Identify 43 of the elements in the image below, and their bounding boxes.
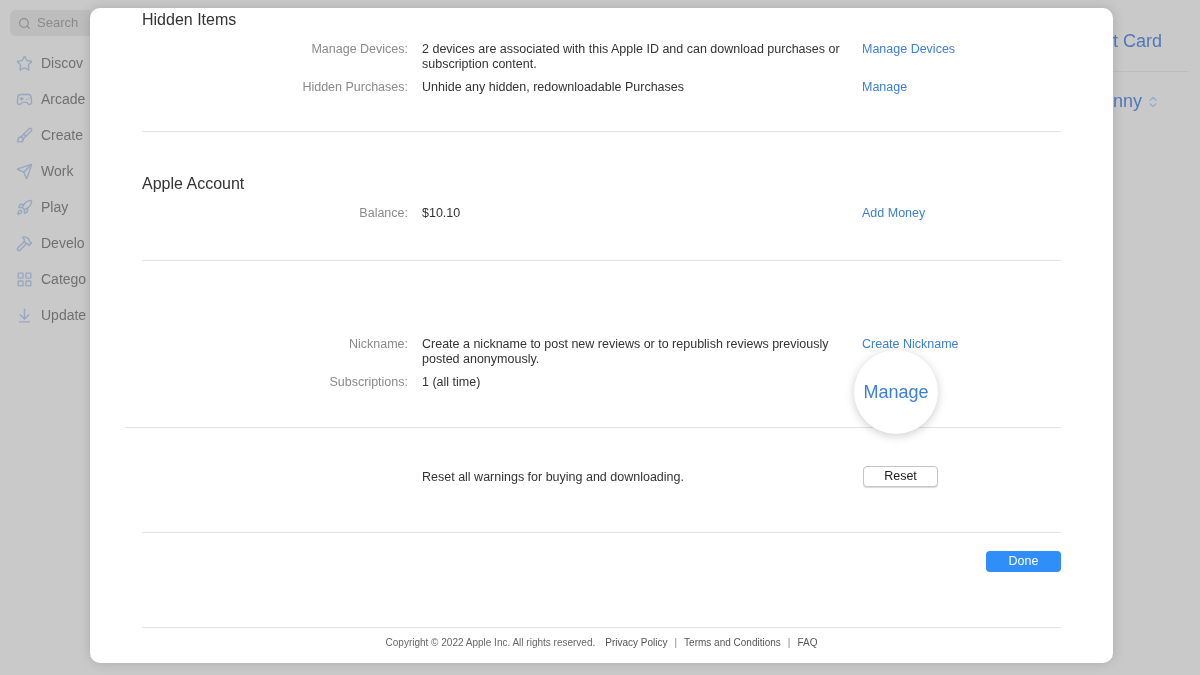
reset-button[interactable]: Reset (863, 466, 938, 487)
search-icon (18, 16, 31, 30)
sidebar-item[interactable]: Discov (41, 53, 83, 74)
footer-link[interactable]: FAQ (797, 635, 818, 650)
grid-icon (16, 271, 33, 288)
download-icon (16, 307, 33, 324)
sidebar-item[interactable]: Update (41, 305, 87, 326)
link[interactable]: Create Nickname (862, 337, 959, 352)
field-label: Nickname: (347, 337, 408, 352)
link[interactable]: Manage (862, 80, 908, 95)
done-button[interactable]: Done (986, 551, 1061, 572)
field-value: 2 devices are associated with this Apple ID and can download purchases or subscription content. (422, 42, 841, 72)
footer-link[interactable]: Terms and Conditions (684, 635, 781, 650)
magnified-link[interactable]: Manage (854, 350, 938, 434)
separator: | (674, 636, 678, 650)
link[interactable]: Add Money (862, 206, 926, 221)
account-name: nny (1113, 90, 1143, 113)
separator: | (787, 636, 791, 650)
reset-description: Reset all warnings for buying and downloading. (422, 470, 685, 485)
field-value: $10.10 (422, 206, 462, 221)
sidebar-item[interactable]: Work (41, 161, 74, 182)
rocket-icon (16, 199, 33, 216)
paper-plane-icon (16, 163, 33, 180)
sidebar-item[interactable]: Catego (41, 269, 87, 290)
sidebar-item[interactable]: Create (41, 125, 84, 146)
field-value: Unhide any hidden, redownloadable Purchases (422, 80, 685, 95)
section-heading: Hidden Items (142, 10, 238, 30)
sidebar-item[interactable]: Play (41, 197, 69, 218)
field-label: Manage Devices: (310, 42, 408, 57)
link[interactable]: Manage Devices (862, 42, 956, 57)
footer-link[interactable]: Privacy Policy (605, 635, 668, 650)
section-heading: Apple Account (142, 174, 246, 194)
field-value: Create a nickname to post new reviews or to republish reviews previously posted anonymously. (422, 337, 830, 367)
brush-icon (16, 127, 33, 144)
star-icon (16, 55, 33, 72)
field-label: Balance: (358, 206, 408, 221)
sidebar-item[interactable]: Develo (41, 233, 85, 254)
copyright-text: Copyright © 2022 Apple Inc. All rights reserved. (385, 636, 596, 650)
field-label: Hidden Purchases: (301, 80, 408, 95)
field-label: Subscriptions: (328, 375, 408, 390)
field-value: 1 (all time) (422, 375, 482, 390)
hammer-icon (16, 235, 33, 252)
sidebar-item[interactable]: Arcade (41, 89, 86, 110)
